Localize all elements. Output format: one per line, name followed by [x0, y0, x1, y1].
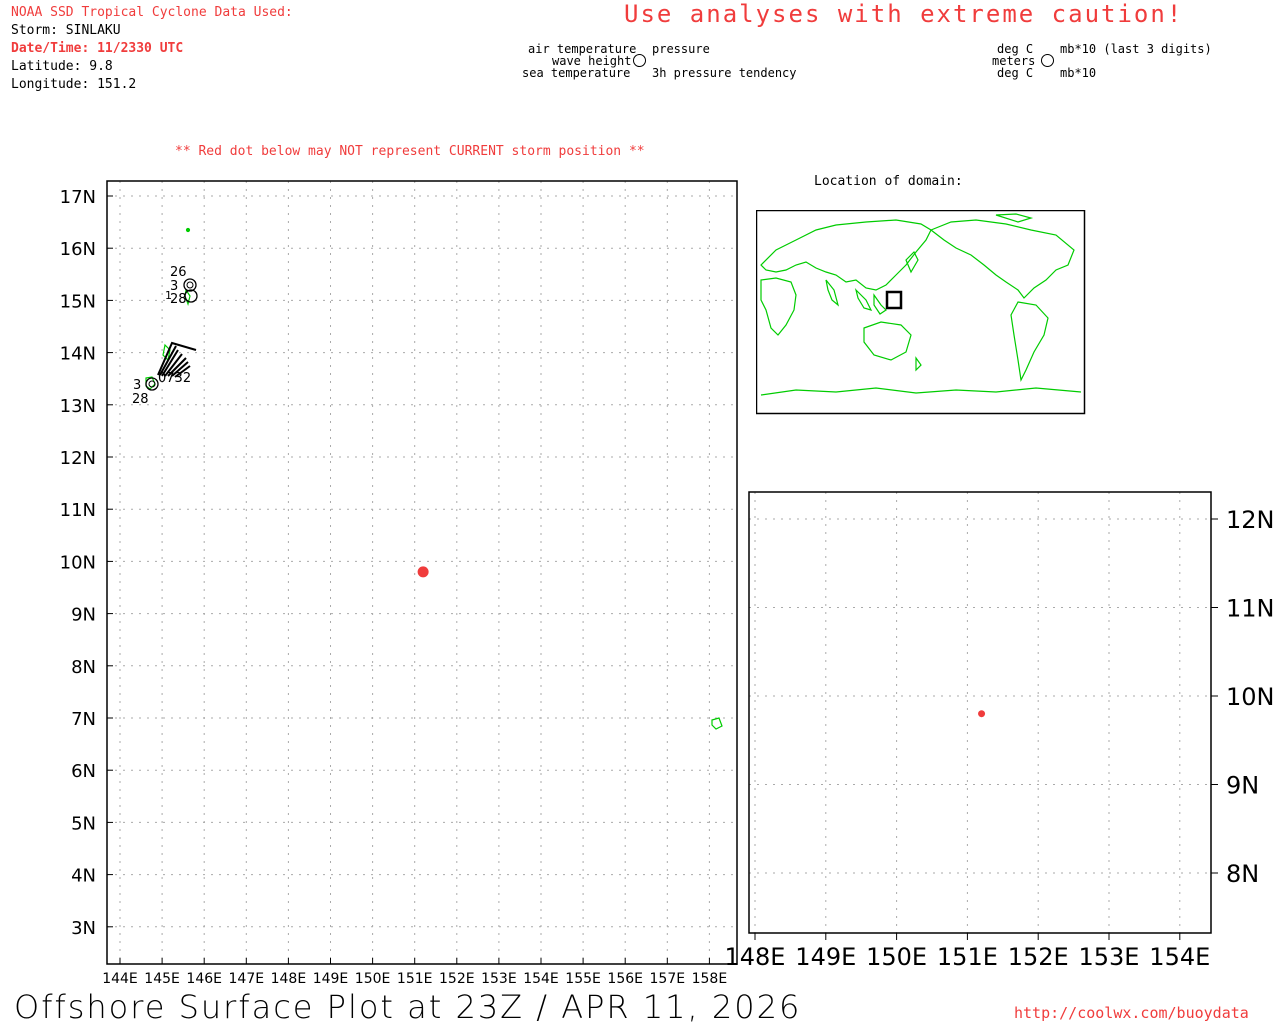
zoom-lat-label: 11N: [1226, 595, 1275, 623]
zoom-map: 12N 11N 10N 9N 8N 148E 149E 150E 151E 152E 153E 15…: [725, 491, 1275, 971]
zoom-lat-label: 12N: [1226, 506, 1275, 534]
zoom-storm-position-marker: [978, 710, 986, 718]
zoom-lon-labels: 148E 149E 150E 151E 152E 153E 154E: [725, 943, 1211, 971]
zoom-lon-label: 152E: [1008, 943, 1069, 971]
zoom-lat-labels: 12N 11N 10N 9N 8N: [1226, 506, 1275, 888]
zoom-lon-label: 154E: [1149, 943, 1210, 971]
zoom-lat-label: 10N: [1226, 683, 1275, 711]
zoom-lon-label: 153E: [1079, 943, 1140, 971]
zoom-lat-label: 9N: [1226, 772, 1259, 800]
zoom-lon-label: 150E: [866, 943, 927, 971]
zoom-lon-label: 149E: [795, 943, 856, 971]
zoom-lon-label: 148E: [725, 943, 786, 971]
zoom-lat-label: 8N: [1226, 860, 1259, 888]
footer-title: Offshore Surface Plot at 23Z / APR 11, 2…: [14, 988, 802, 1026]
zoom-lon-label: 151E: [937, 943, 998, 971]
footer-url[interactable]: http://coolwx.com/buoydata: [1014, 1004, 1249, 1022]
